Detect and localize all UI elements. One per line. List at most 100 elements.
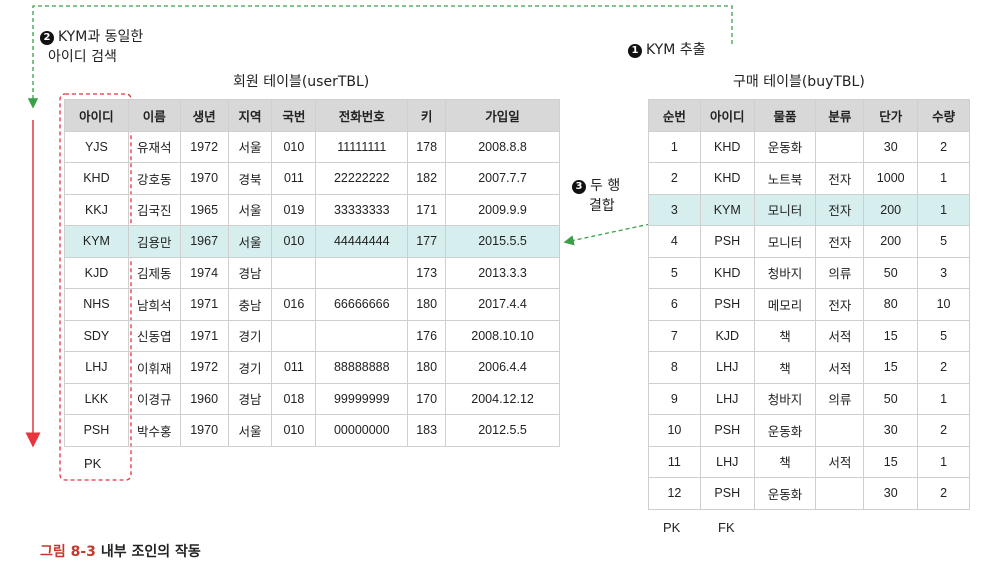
table-cell: 183 bbox=[407, 414, 447, 447]
column-header: 생년 bbox=[179, 99, 229, 132]
user-table-header-row: 아이디 이름 생년 지역 국번 전화번호 키 가입일 bbox=[64, 99, 560, 132]
table-row: LKK 이경규 1960 경남 018 99999999 170 2004.12.12 bbox=[64, 382, 560, 415]
table-row: LHJ 이휘재 1972 경기 011 88888888 180 2006.4.4 bbox=[64, 351, 560, 384]
figure-caption: 그림 8-3 내부 조인의 작동 bbox=[40, 541, 201, 561]
table-cell: 00000000 bbox=[315, 414, 409, 447]
step2-line1: KYM과 동일한 bbox=[58, 29, 144, 45]
table-cell: 운동화 bbox=[753, 130, 817, 163]
table-cell: 전자 bbox=[815, 288, 865, 321]
table-cell: 30 bbox=[863, 130, 919, 163]
table-cell: 7 bbox=[648, 319, 701, 352]
table-cell: 50 bbox=[863, 256, 919, 289]
table-cell: KHD bbox=[699, 162, 755, 195]
table-cell: KJD bbox=[64, 256, 129, 289]
table-cell: PSH bbox=[699, 225, 755, 258]
table-cell bbox=[815, 414, 865, 447]
table-cell: 충남 bbox=[227, 288, 273, 321]
table-cell: 011 bbox=[271, 351, 317, 384]
table-cell: 011 bbox=[271, 162, 317, 195]
table-cell: 신동엽 bbox=[127, 319, 181, 352]
table-cell: 1000 bbox=[863, 162, 919, 195]
table-row: YJS 유재석 1972 서울 010 11111111 178 2008.8.8 bbox=[64, 130, 560, 163]
table-cell: 전자 bbox=[815, 225, 865, 258]
column-header: 단가 bbox=[863, 99, 919, 132]
table-cell: 180 bbox=[407, 351, 447, 384]
table-cell: 019 bbox=[271, 193, 317, 226]
table-cell: 88888888 bbox=[315, 351, 409, 384]
table-cell: 경남 bbox=[227, 382, 273, 415]
table-cell: 경기 bbox=[227, 351, 273, 384]
table-cell: 메모리 bbox=[753, 288, 817, 321]
table-cell: 8 bbox=[648, 351, 701, 384]
table-cell: 5 bbox=[917, 225, 970, 258]
table-cell: 1972 bbox=[179, 351, 229, 384]
table-cell: 이휘재 bbox=[127, 351, 181, 384]
table-cell: LHJ bbox=[699, 445, 755, 478]
table-cell: 1971 bbox=[179, 288, 229, 321]
join-arrow bbox=[563, 223, 651, 246]
step2-note: 2 KYM과 동일한 아이디 검색 bbox=[40, 27, 143, 67]
table-cell: 책 bbox=[753, 351, 817, 384]
table-cell: 김국진 bbox=[127, 193, 181, 226]
step2-line2: 아이디 검색 bbox=[48, 49, 117, 65]
table-row: 10 PSH 운동화 30 2 bbox=[648, 414, 970, 447]
table-cell: 2004.12.12 bbox=[445, 382, 560, 415]
table-row: 2 KHD 노트북 전자 1000 1 bbox=[648, 162, 970, 195]
user-table-title: 회원 테이블(userTBL) bbox=[233, 74, 370, 90]
table-cell: 4 bbox=[648, 225, 701, 258]
table-cell: KYM bbox=[64, 225, 129, 258]
figure-caption-text: 내부 조인의 작동 bbox=[100, 544, 201, 560]
table-cell: 15 bbox=[863, 319, 919, 352]
user-pk-label: PK bbox=[84, 456, 102, 471]
table-cell: LHJ bbox=[699, 382, 755, 415]
table-cell: 1972 bbox=[179, 130, 229, 163]
table-cell: 12 bbox=[648, 477, 701, 510]
table-cell: 171 bbox=[407, 193, 447, 226]
column-header: 지역 bbox=[227, 99, 273, 132]
column-header: 이름 bbox=[127, 99, 181, 132]
table-cell: 10 bbox=[917, 288, 970, 321]
table-row: 6 PSH 메모리 전자 80 10 bbox=[648, 288, 970, 321]
table-cell: 김제동 bbox=[127, 256, 181, 289]
table-cell: 서울 bbox=[227, 193, 273, 226]
table-cell: 66666666 bbox=[315, 288, 409, 321]
table-cell: 10 bbox=[648, 414, 701, 447]
table-cell: 2008.10.10 bbox=[445, 319, 560, 352]
table-cell: 180 bbox=[407, 288, 447, 321]
table-cell: 99999999 bbox=[315, 382, 409, 415]
column-header: 전화번호 bbox=[315, 99, 409, 132]
table-cell: 서적 bbox=[815, 445, 865, 478]
table-cell: 청바지 bbox=[753, 256, 817, 289]
table-cell: KYM bbox=[699, 193, 755, 226]
table-cell: 경남 bbox=[227, 256, 273, 289]
table-cell: 1970 bbox=[179, 162, 229, 195]
table-cell: 1960 bbox=[179, 382, 229, 415]
table-cell: 30 bbox=[863, 477, 919, 510]
table-cell: 운동화 bbox=[753, 477, 817, 510]
table-cell: 6 bbox=[648, 288, 701, 321]
table-cell: 30 bbox=[863, 414, 919, 447]
table-row: KKJ 김국진 1965 서울 019 33333333 171 2009.9.9 bbox=[64, 193, 560, 226]
step2-badge: 2 bbox=[40, 31, 54, 45]
table-cell: 박수홍 bbox=[127, 414, 181, 447]
table-cell: 책 bbox=[753, 319, 817, 352]
table-cell: 1 bbox=[648, 130, 701, 163]
table-cell: PSH bbox=[64, 414, 129, 447]
table-cell: 강호동 bbox=[127, 162, 181, 195]
table-cell: 모니터 bbox=[753, 225, 817, 258]
table-cell: 200 bbox=[863, 225, 919, 258]
step3-line2: 결합 bbox=[589, 198, 615, 214]
table-cell: 서울 bbox=[227, 225, 273, 258]
table-cell: KHD bbox=[64, 162, 129, 195]
table-cell: 3 bbox=[648, 193, 701, 226]
buy-pk-label: PK bbox=[663, 520, 681, 535]
table-cell: 전자 bbox=[815, 162, 865, 195]
table-cell: LHJ bbox=[699, 351, 755, 384]
table-cell: 서울 bbox=[227, 130, 273, 163]
table-cell bbox=[815, 477, 865, 510]
table-cell: SDY bbox=[64, 319, 129, 352]
table-cell: 의류 bbox=[815, 382, 865, 415]
table-cell: 80 bbox=[863, 288, 919, 321]
table-cell: 1 bbox=[917, 193, 970, 226]
table-cell: 176 bbox=[407, 319, 447, 352]
